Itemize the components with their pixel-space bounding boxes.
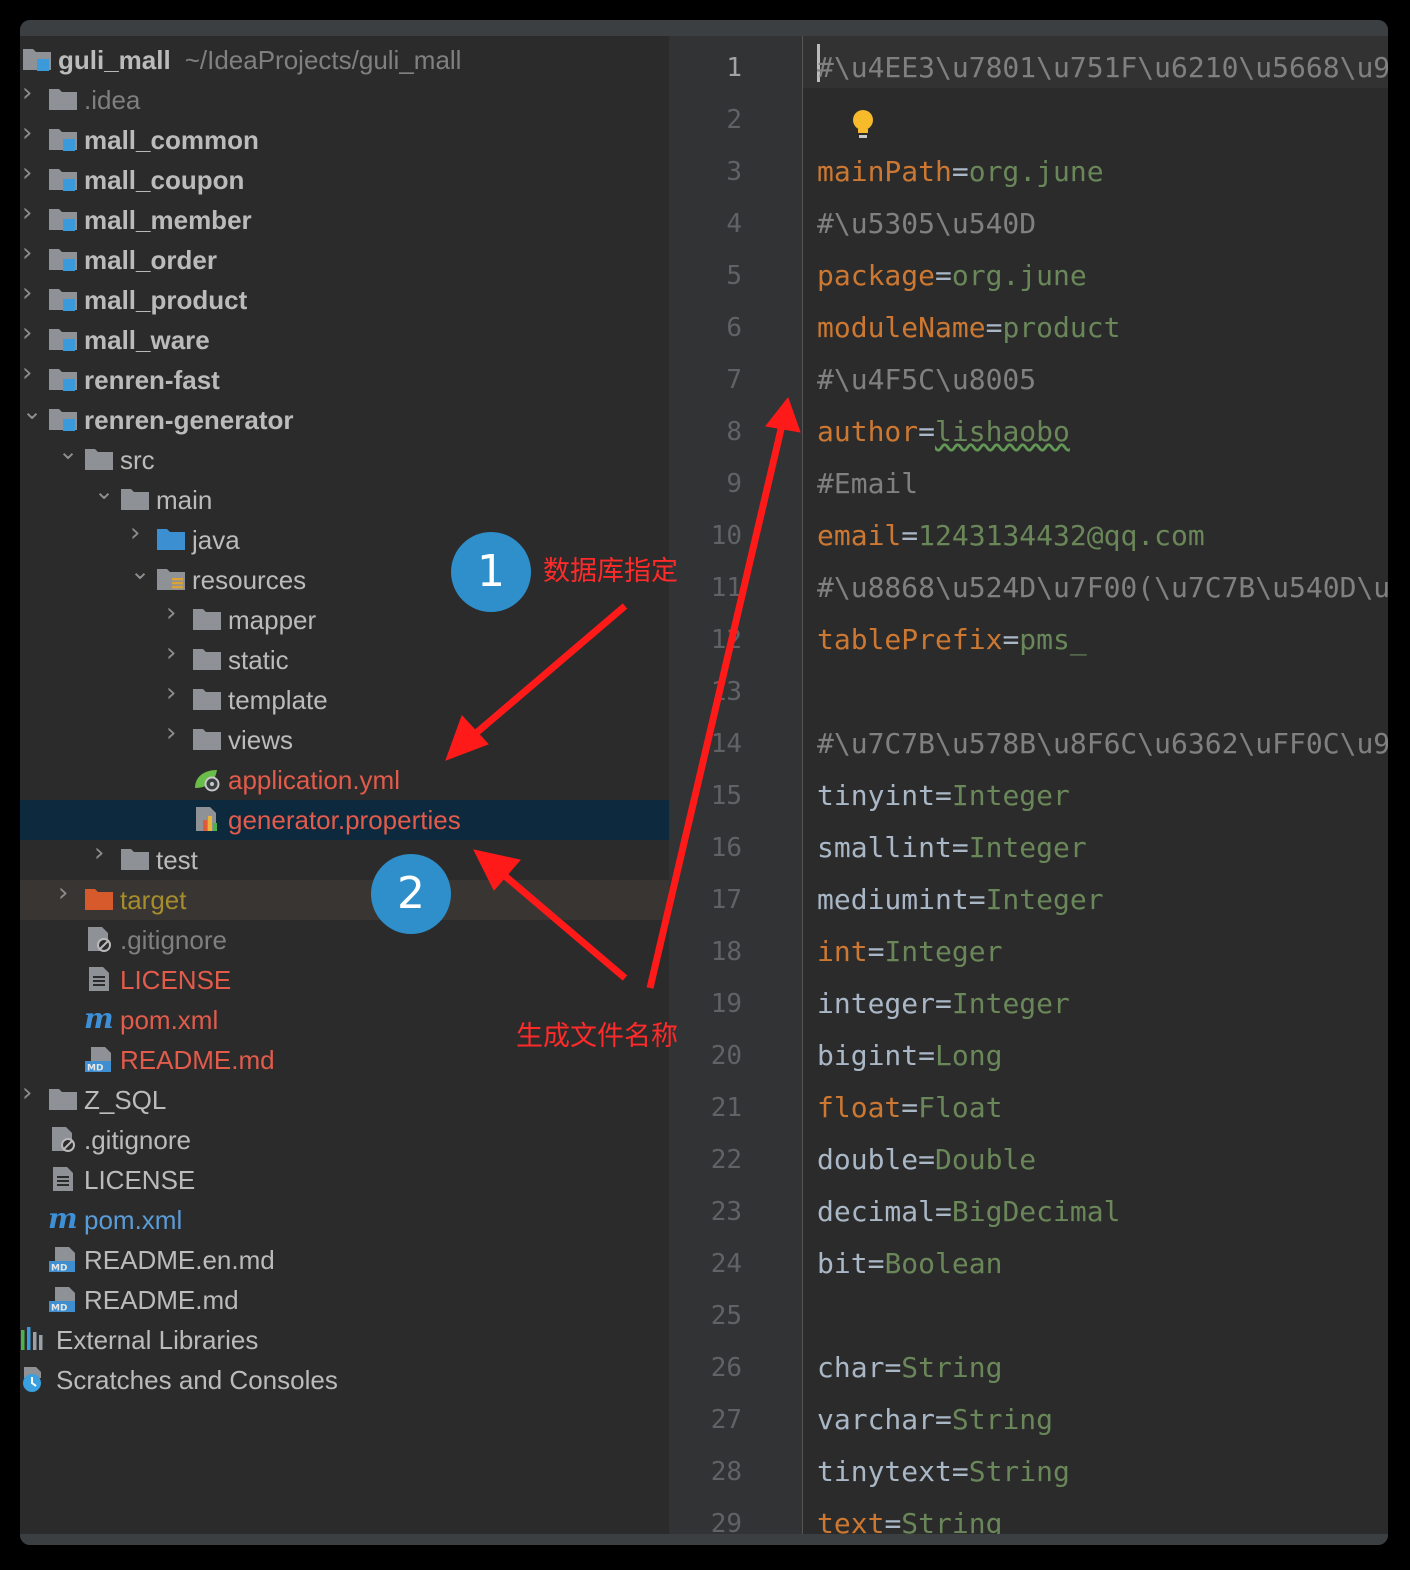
arrow-to-author-line bbox=[646, 424, 786, 989]
arrow-to-generator-properties bbox=[495, 867, 628, 981]
annotation-marker-1: 1 bbox=[451, 532, 531, 612]
annotation-label-2: 生成文件名称 bbox=[516, 1021, 678, 1052]
arrow-to-application-yml bbox=[465, 603, 628, 743]
annotation-label-1: 数据库指定 bbox=[543, 556, 678, 587]
annotation-marker-2: 2 bbox=[371, 854, 451, 934]
annotation-arrows bbox=[445, 396, 801, 989]
